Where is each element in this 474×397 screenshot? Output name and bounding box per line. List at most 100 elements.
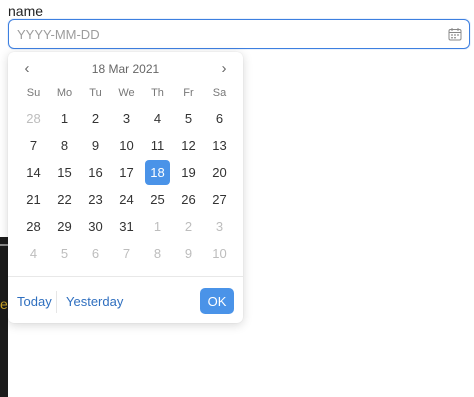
today-button[interactable]: Today: [17, 294, 52, 309]
weekday-label: Fr: [183, 87, 194, 99]
day-cell[interactable]: 28: [18, 213, 49, 240]
day-cell[interactable]: 1: [142, 213, 173, 240]
day-number: 12: [181, 138, 196, 153]
day-number: 18: [145, 160, 170, 185]
weekday-label: Th: [151, 87, 164, 99]
day-number: 25: [150, 192, 165, 207]
left-edge-fragment: e: [0, 296, 8, 312]
day-number: 27: [212, 192, 227, 207]
day-cell[interactable]: 21: [18, 186, 49, 213]
day-cell[interactable]: 7: [111, 240, 142, 267]
day-cell[interactable]: 16: [80, 159, 111, 186]
day-number: 1: [153, 219, 162, 234]
date-input-wrapper[interactable]: [8, 19, 470, 49]
day-cell[interactable]: 4: [18, 240, 49, 267]
day-cell[interactable]: 9: [173, 240, 204, 267]
day-cell[interactable]: 2: [173, 213, 204, 240]
day-number: 3: [122, 111, 131, 126]
day-number: 8: [60, 138, 69, 153]
day-number: 21: [26, 192, 41, 207]
day-number: 9: [91, 138, 100, 153]
day-cell[interactable]: 1: [49, 105, 80, 132]
datepicker-footer: Today Yesterday OK: [8, 288, 243, 316]
day-cell[interactable]: 10: [111, 132, 142, 159]
day-number: 23: [88, 192, 103, 207]
day-number: 6: [91, 246, 100, 261]
day-cell[interactable]: 6: [204, 105, 235, 132]
day-number: 8: [153, 246, 162, 261]
selected-day-cell[interactable]: 18: [142, 159, 173, 186]
day-cell[interactable]: 11: [142, 132, 173, 159]
day-cell[interactable]: 8: [142, 240, 173, 267]
day-cell[interactable]: 15: [49, 159, 80, 186]
day-number: 14: [26, 165, 41, 180]
day-cell[interactable]: 9: [80, 132, 111, 159]
day-cell[interactable]: 3: [204, 213, 235, 240]
day-number: 2: [184, 219, 193, 234]
day-number: 3: [215, 219, 224, 234]
day-cell[interactable]: 20: [204, 159, 235, 186]
day-number: 15: [57, 165, 72, 180]
day-number: 26: [181, 192, 196, 207]
month-title: 18 Mar 2021: [91, 62, 160, 76]
weekday-label: Su: [26, 87, 41, 99]
day-cell[interactable]: 27: [204, 186, 235, 213]
day-number: 13: [212, 138, 227, 153]
day-number: 11: [150, 138, 165, 153]
day-number: 6: [215, 111, 224, 126]
weekday-label: Sa: [212, 87, 227, 99]
day-cell[interactable]: 24: [111, 186, 142, 213]
day-number: 29: [57, 219, 72, 234]
day-number: 31: [119, 219, 134, 234]
day-cell[interactable]: 3: [111, 105, 142, 132]
day-cell[interactable]: 10: [204, 240, 235, 267]
day-cell[interactable]: 23: [80, 186, 111, 213]
day-cell[interactable]: 28: [18, 105, 49, 132]
day-cell[interactable]: 5: [49, 240, 80, 267]
weekday-row: Su Mo Tu We Th Fr Sa: [18, 85, 235, 101]
day-cell[interactable]: 25: [142, 186, 173, 213]
ok-button[interactable]: OK: [200, 288, 234, 314]
day-number: 9: [184, 246, 193, 261]
footer-divider: [8, 276, 243, 277]
day-cell[interactable]: 12: [173, 132, 204, 159]
footer-separator: [56, 291, 57, 313]
day-cell[interactable]: 7: [18, 132, 49, 159]
day-number: 1: [60, 111, 69, 126]
day-cell[interactable]: 5: [173, 105, 204, 132]
calendar-icon[interactable]: [448, 27, 462, 41]
day-cell[interactable]: 8: [49, 132, 80, 159]
day-cell[interactable]: 13: [204, 132, 235, 159]
weekday-label: Mo: [56, 87, 73, 99]
day-number: 10: [212, 246, 227, 261]
day-cell[interactable]: 26: [173, 186, 204, 213]
date-input[interactable]: [17, 25, 437, 43]
day-cell[interactable]: 30: [80, 213, 111, 240]
day-cell[interactable]: 2: [80, 105, 111, 132]
day-number: 5: [60, 246, 69, 261]
day-number: 10: [119, 138, 134, 153]
day-number: 19: [181, 165, 196, 180]
weekday-label: We: [118, 87, 135, 99]
day-number: 7: [122, 246, 131, 261]
day-grid: 28 1 2 3 4 5 6 7 8 9 10 11 12 13 14 15 16 17 18 19 20 21 22 23 2…: [18, 105, 235, 267]
field-label: name: [8, 3, 44, 19]
day-cell[interactable]: 14: [18, 159, 49, 186]
day-number: 28: [26, 219, 41, 234]
datepicker-popup: ‹ 18 Mar 2021 › Su Mo Tu We Th Fr Sa 28 1 2 3 4 5 6 7…: [8, 52, 243, 323]
day-cell[interactable]: 22: [49, 186, 80, 213]
day-cell[interactable]: 17: [111, 159, 142, 186]
left-edge-divider: [0, 244, 8, 246]
day-number: 7: [29, 138, 38, 153]
day-cell[interactable]: 19: [173, 159, 204, 186]
day-cell[interactable]: 4: [142, 105, 173, 132]
yesterday-button[interactable]: Yesterday: [66, 294, 123, 309]
chevron-right-icon[interactable]: ›: [212, 60, 236, 80]
day-number: 2: [91, 111, 100, 126]
day-number: 5: [184, 111, 193, 126]
day-number: 4: [29, 246, 38, 261]
day-cell[interactable]: 29: [49, 213, 80, 240]
calendar-header: ‹ 18 Mar 2021 ›: [8, 60, 243, 80]
day-cell[interactable]: 6: [80, 240, 111, 267]
day-cell[interactable]: 31: [111, 213, 142, 240]
